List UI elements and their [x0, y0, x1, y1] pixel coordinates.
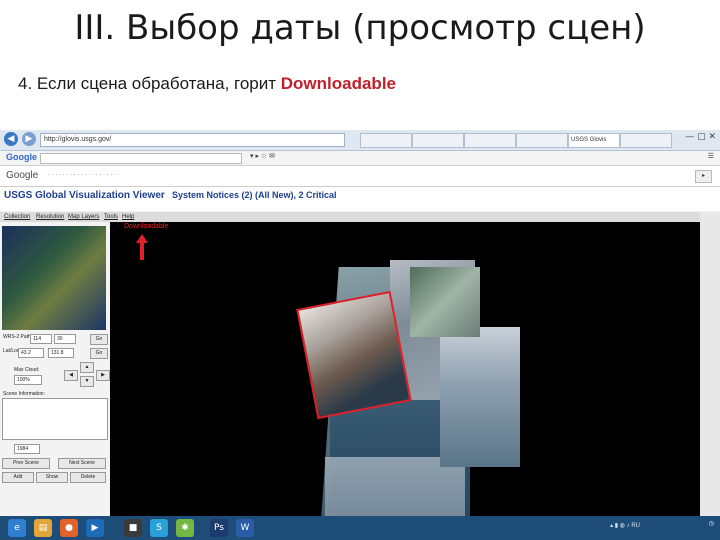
arrow-down-icon[interactable]: ▼ — [80, 376, 94, 387]
browser-tab[interactable] — [516, 133, 568, 148]
downloadable-label: Downloadable — [124, 223, 169, 230]
prev-scene-button[interactable]: Prev Scene — [2, 458, 50, 469]
overview-map[interactable] — [2, 226, 106, 330]
scene-tile[interactable] — [440, 327, 520, 467]
menu-resolution[interactable]: Resolution — [36, 212, 64, 222]
slide-subtitle: 4. Если сцена обработана, горит Download… — [18, 74, 396, 94]
slide-title: III. Выбор даты (просмотр сцен) — [74, 8, 646, 48]
next-scene-button[interactable]: Next Scene — [58, 458, 106, 469]
ie-icon[interactable]: e — [8, 519, 26, 537]
clock[interactable]: ◷ — [709, 520, 714, 528]
menu-tools[interactable]: Tools — [104, 212, 118, 222]
google-tools[interactable]: ▾ ▸ ☆ ✉ — [250, 152, 275, 160]
google-login[interactable]: ☰ — [708, 152, 714, 160]
cloud-select[interactable]: 100% — [14, 375, 42, 385]
scene-viewer[interactable]: Downloadable — [110, 222, 700, 522]
translate-logo: Google — [6, 170, 39, 181]
pointer-arrow-icon — [136, 234, 148, 260]
photoshop-icon[interactable]: Ps — [210, 519, 228, 537]
firefox-icon[interactable]: ● — [60, 519, 78, 537]
year-select[interactable]: 1984 — [14, 444, 40, 454]
browser-screenshot: ◀ ▶ http://glovis.usgs.gov/ USGS Glovis … — [0, 130, 720, 540]
back-icon[interactable]: ◀ — [4, 132, 18, 146]
browser-toolbar: ◀ ▶ http://glovis.usgs.gov/ USGS Glovis … — [0, 130, 720, 151]
google-search-input[interactable] — [40, 153, 242, 164]
translate-text: · · · · · · · · · · · · · · · · · · · · — [48, 172, 120, 178]
window-controls[interactable]: — ▢ ✕ — [685, 132, 716, 142]
translate-button[interactable]: ▸ — [694, 170, 712, 183]
translate-bar: Google · · · · · · · · · · · · · · · · ·… — [0, 166, 720, 187]
subtitle-text: 4. Если сцена обработана, горит — [18, 74, 281, 93]
skype-icon[interactable]: S — [150, 519, 168, 537]
usgs-header: USGS Global Visualization Viewer System … — [0, 187, 720, 211]
explorer-icon[interactable]: ▤ — [34, 519, 52, 537]
usgs-title: USGS Global Visualization Viewer — [4, 190, 165, 201]
browser-tab[interactable] — [620, 133, 672, 148]
usgs-menu-bar: Collection Resolution Map Layers Tools H… — [0, 212, 720, 222]
add-button[interactable]: Add — [2, 472, 34, 483]
address-bar[interactable]: http://glovis.usgs.gov/ — [40, 133, 345, 147]
lat-input[interactable]: 43.2 — [18, 348, 44, 358]
arrow-right-icon[interactable]: ▶ — [96, 370, 110, 381]
arrow-left-icon[interactable]: ◀ — [64, 370, 78, 381]
control-panel: WRS-2 Path/Row: 114 30 Go Lat/Long: 43.2… — [0, 222, 111, 522]
delete-button[interactable]: Delete — [70, 472, 106, 483]
scene-tile[interactable] — [410, 267, 480, 337]
google-toolbar: Google ▾ ▸ ☆ ✉ ☰ — [0, 151, 720, 166]
wmp-icon[interactable]: ▶ — [86, 519, 104, 537]
browser-tab-active[interactable]: USGS Glovis — [568, 133, 620, 148]
scene-info-label: Scene Information: — [3, 391, 45, 397]
unknown-icon[interactable]: ■ — [124, 519, 142, 537]
max-cloud-label: Max Cloud: — [14, 367, 40, 373]
path-input[interactable]: 114 — [30, 334, 52, 344]
asterisk-app-icon[interactable]: ✱ — [176, 519, 194, 537]
go-button[interactable]: Go — [90, 334, 108, 345]
scene-info-box — [2, 398, 108, 440]
subtitle-highlight: Downloadable — [280, 74, 396, 93]
windows-taskbar: e ▤ ● ▶ ■ S ✱ Ps W ▴ ▮ ◍ ♪ RU ◷ — [0, 516, 720, 540]
menu-map-layers[interactable]: Map Layers — [68, 212, 99, 222]
word-icon[interactable]: W — [236, 519, 254, 537]
lon-input[interactable]: 131.8 — [48, 348, 74, 358]
go-button[interactable]: Go — [90, 348, 108, 359]
browser-tab[interactable] — [464, 133, 516, 148]
menu-help[interactable]: Help — [122, 212, 134, 222]
arrow-up-icon[interactable]: ▲ — [80, 362, 94, 373]
show-button[interactable]: Show — [36, 472, 68, 483]
browser-tab[interactable] — [360, 133, 412, 148]
row-input[interactable]: 30 — [54, 334, 76, 344]
vertical-scrollbar[interactable] — [700, 212, 720, 522]
google-logo: Google — [6, 152, 37, 162]
system-notices-link[interactable]: System Notices (2) (All New), 2 Critical — [172, 190, 337, 200]
system-tray[interactable]: ▴ ▮ ◍ ♪ RU — [610, 522, 640, 529]
menu-collection[interactable]: Collection — [4, 212, 30, 222]
forward-icon[interactable]: ▶ — [22, 132, 36, 146]
browser-tab[interactable] — [412, 133, 464, 148]
